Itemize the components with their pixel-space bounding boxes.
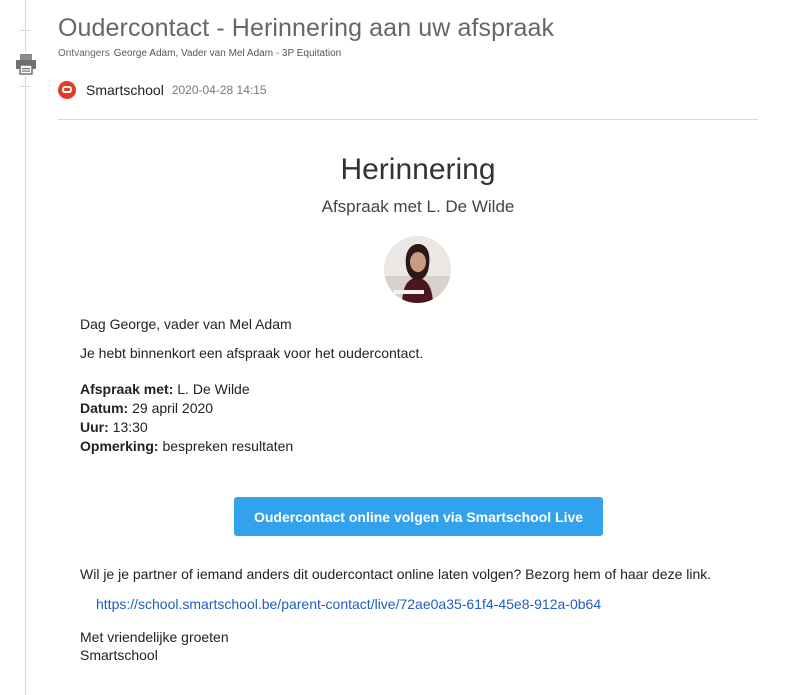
smartschool-logo-icon	[58, 81, 76, 99]
timeline-line	[25, 0, 26, 695]
message-title: Oudercontact - Herinnering aan uw afspra…	[58, 14, 555, 42]
greeting-text: Dag George, vader van Mel Adam	[80, 316, 292, 332]
timeline-tick	[20, 30, 31, 31]
sender-row: Smartschool 2020-04-28 14:15	[58, 80, 267, 100]
detail-label: Opmerking:	[80, 438, 159, 454]
recipients-value: George Adam, Vader van Mel Adam - 3P Equ…	[113, 48, 342, 59]
live-link[interactable]: https://school.smartschool.be/parent-con…	[96, 596, 601, 612]
appointment-details: Afspraak met: L. De Wilde Datum: 29 apri…	[80, 380, 293, 456]
recipients-line: Ontvangers George Adam, Vader van Mel Ada…	[58, 48, 341, 59]
detail-value: L. De Wilde	[177, 381, 250, 397]
email-heading: Herinnering	[340, 153, 496, 186]
sender-name: Smartschool	[86, 82, 164, 98]
closing-line: Met vriendelijke groeten	[80, 629, 229, 645]
detail-value: 29 april 2020	[132, 400, 214, 416]
header-divider	[58, 119, 758, 120]
detail-label: Afspraak met:	[80, 381, 174, 397]
detail-value: 13:30	[112, 419, 148, 435]
detail-row: Afspraak met: L. De Wilde	[80, 380, 293, 399]
email-subheading: Afspraak met L. De Wilde	[321, 197, 515, 216]
closing: Met vriendelijke groeten Smartschool	[80, 628, 229, 664]
print-icon	[16, 54, 36, 75]
print-button[interactable]	[14, 52, 38, 76]
closing-signature: Smartschool	[80, 647, 158, 663]
detail-row: Uur: 13:30	[80, 418, 293, 437]
partner-text: Wil je je partner of iemand anders dit o…	[80, 566, 712, 582]
avatar	[384, 236, 451, 303]
intro-text: Je hebt binnenkort een afspraak voor het…	[80, 345, 424, 361]
detail-value: bespreken resultaten	[162, 438, 294, 454]
timeline-tick	[20, 86, 31, 87]
recipients-label: Ontvangers	[58, 48, 110, 59]
sent-timestamp: 2020-04-28 14:15	[171, 83, 267, 97]
smartschool-live-button[interactable]: Oudercontact online volgen via Smartscho…	[234, 497, 603, 536]
avatar-image	[384, 236, 451, 303]
detail-label: Uur:	[80, 419, 109, 435]
detail-row: Datum: 29 april 2020	[80, 399, 293, 418]
detail-label: Datum:	[80, 400, 129, 416]
detail-row: Opmerking: bespreken resultaten	[80, 437, 293, 456]
